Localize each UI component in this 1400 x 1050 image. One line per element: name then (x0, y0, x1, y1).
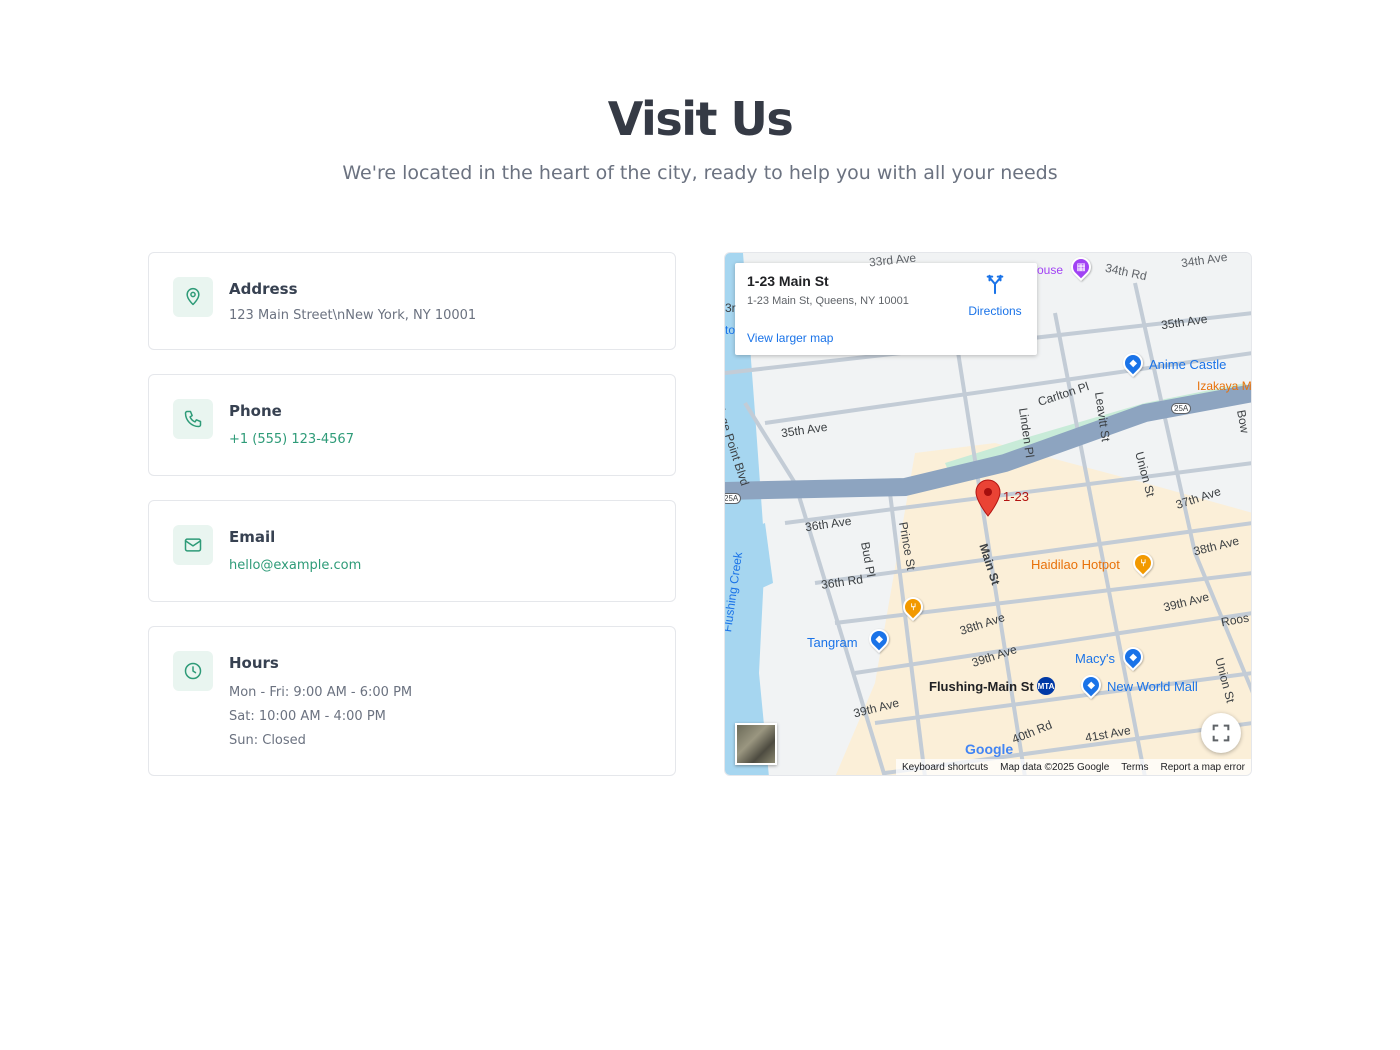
street-label: 3r (725, 301, 736, 315)
map-pin-icon (173, 277, 213, 317)
satellite-toggle[interactable] (735, 723, 777, 765)
poi-label: to (725, 323, 736, 337)
hours-card: Hours Mon - Fri: 9:00 AM - 6:00 PM Sat: … (148, 626, 676, 776)
directions-button[interactable]: Directions (965, 273, 1025, 318)
address-value: 123 Main Street\nNew York, NY 10001 (229, 308, 477, 323)
map-marker-icon[interactable] (975, 479, 1001, 517)
map-data-text: Map data ©2025 Google (1000, 761, 1110, 773)
address-card: Address 123 Main Street\nNew York, NY 10… (148, 252, 676, 350)
address-title: Address (229, 280, 298, 298)
view-larger-map-link[interactable]: View larger map (747, 331, 833, 345)
poi-label: Tangram (807, 635, 858, 650)
directions-icon (986, 274, 1004, 295)
poi-label: ouse (1037, 263, 1064, 277)
phone-link[interactable]: +1 (555) 123-4567 (229, 432, 354, 447)
page-title: Visit Us (607, 92, 794, 146)
poi-label: Macy's (1075, 651, 1116, 666)
phone-card: Phone +1 (555) 123-4567 (148, 374, 676, 476)
route-shield: 25A (1171, 403, 1192, 414)
terms-link[interactable]: Terms (1121, 762, 1148, 773)
email-link[interactable]: hello@example.com (229, 558, 361, 573)
email-title: Email (229, 528, 276, 546)
page-subtitle: We're located in the heart of the city, … (342, 162, 1058, 184)
google-logo: Google (965, 741, 1014, 757)
report-error-link[interactable]: Report a map error (1161, 762, 1245, 773)
keyboard-shortcuts-link[interactable]: Keyboard shortcuts (902, 762, 988, 773)
hours-title: Hours (229, 654, 279, 672)
route-shield: 25A (725, 493, 742, 504)
subway-icon: MTA (1037, 677, 1055, 695)
marker-label: 1-23 (1003, 489, 1030, 504)
fullscreen-button[interactable] (1201, 713, 1241, 753)
clock-icon (173, 651, 213, 691)
map-info-window: 1-23 Main St 1-23 Main St, Queens, NY 10… (735, 263, 1037, 355)
poi-label: Izakaya M (1197, 379, 1252, 393)
map-attribution: Keyboard shortcuts Map data ©2025 Google… (895, 759, 1251, 775)
embedded-map[interactable]: 1-23 Main St 1-23 Main St, Queens, NY 10… (724, 252, 1252, 776)
directions-label: Directions (968, 304, 1022, 318)
hours-line: Sun: Closed (229, 733, 306, 748)
place-name: 1-23 Main St (747, 273, 829, 289)
poi-label: Anime Castle (1149, 357, 1227, 372)
poi-label: Haidilao Hotpot (1031, 557, 1120, 572)
poi-label: New World Mall (1107, 679, 1198, 694)
mail-icon (173, 525, 213, 565)
hours-line: Mon - Fri: 9:00 AM - 6:00 PM (229, 685, 413, 700)
hours-line: Sat: 10:00 AM - 4:00 PM (229, 709, 386, 724)
email-card: Email hello@example.com (148, 500, 676, 602)
phone-title: Phone (229, 402, 282, 420)
transit-label: Flushing-Main St (929, 679, 1034, 694)
fullscreen-icon (1212, 724, 1230, 742)
phone-icon (173, 399, 213, 439)
place-address: 1-23 Main St, Queens, NY 10001 (747, 295, 909, 307)
